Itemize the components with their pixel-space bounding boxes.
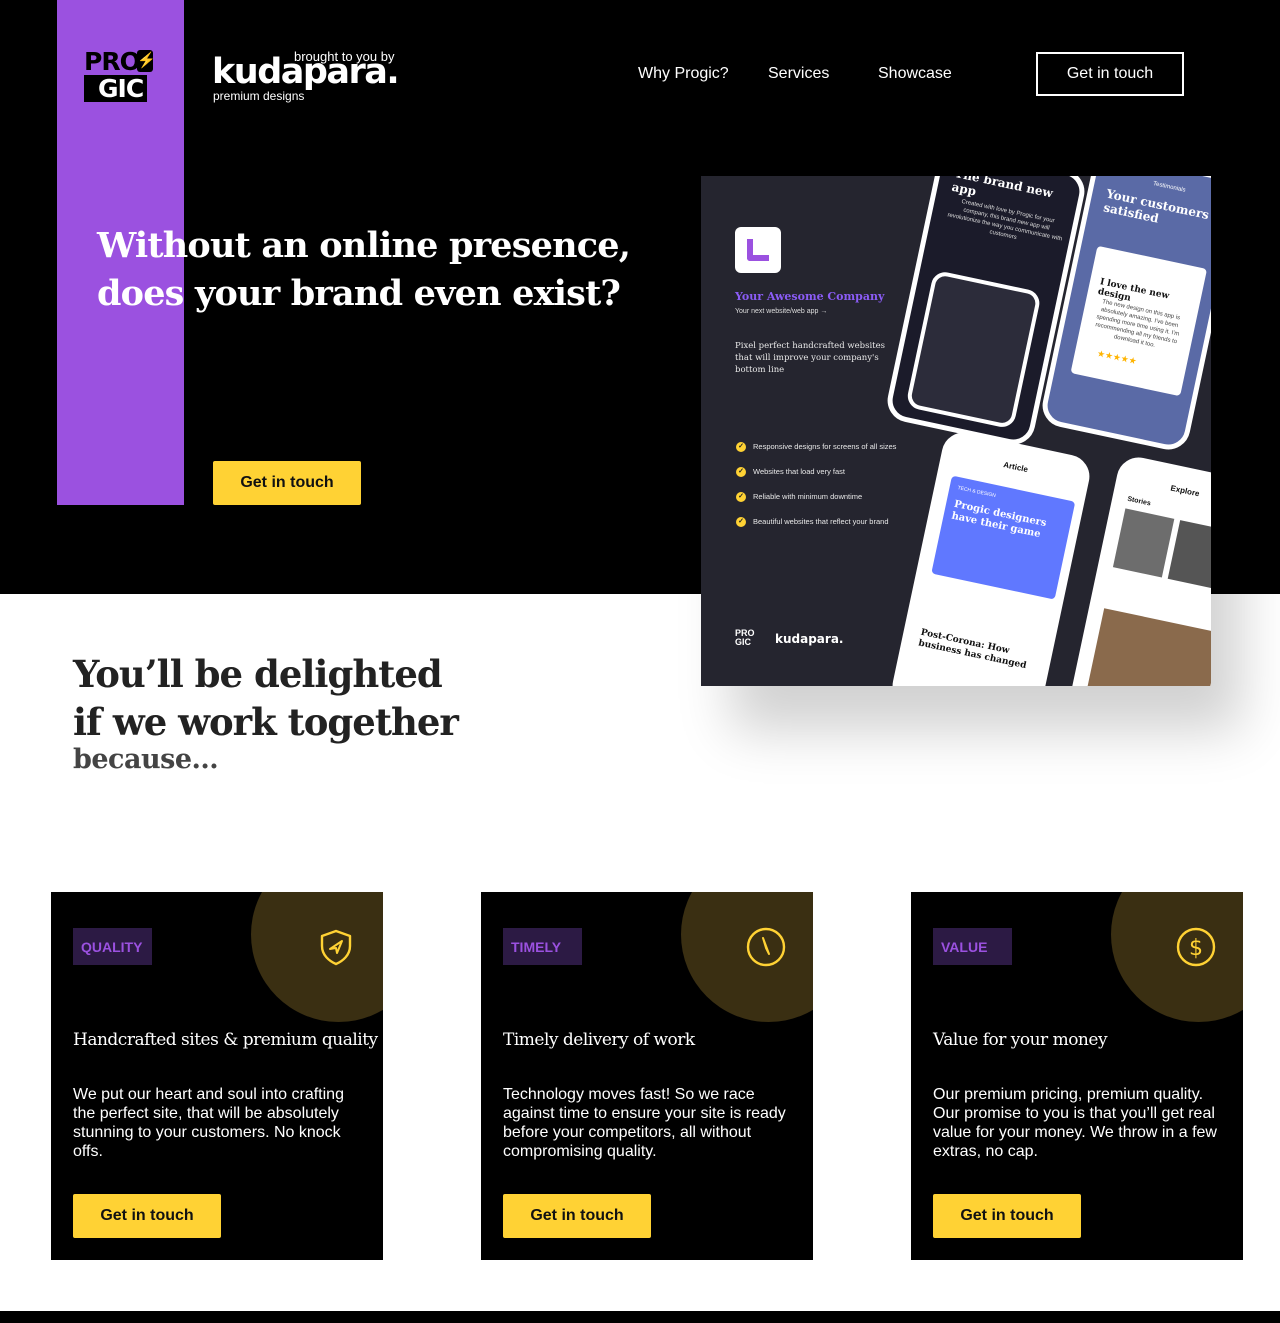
dollar-icon: $ <box>1176 927 1216 967</box>
mockup-company-name: Your Awesome Company <box>735 290 885 303</box>
card-badge: VALUE <box>933 928 1012 965</box>
phone-nested-screen <box>905 269 1042 430</box>
feature-item: ✓ Websites that load very fast <box>736 459 936 484</box>
card-get-in-touch-button[interactable]: Get in touch <box>933 1194 1081 1238</box>
feature-item: ✓ Beautiful websites that reflect your br… <box>736 509 936 534</box>
stories-label: Stories <box>1126 495 1152 508</box>
brand-name: kudapara. <box>212 52 400 92</box>
app-icon <box>735 227 781 273</box>
lightning-icon: ⚡ <box>137 50 156 72</box>
svg-text:$: $ <box>1189 936 1203 961</box>
card-text: Our premium pricing, premium quality. Ou… <box>933 1086 1217 1160</box>
brand-subtitle: premium designs <box>213 89 305 103</box>
logo-line-1: PRO <box>84 47 141 76</box>
mockup-progic-logo: PRO GIC <box>735 628 755 647</box>
card-title: Timely delivery of work <box>503 1030 695 1050</box>
check-icon: ✓ <box>736 466 746 477</box>
card-get-in-touch-button[interactable]: Get in touch <box>73 1194 221 1238</box>
shield-icon <box>320 929 352 966</box>
nav-why-progic[interactable]: Why Progic? <box>638 65 729 83</box>
card-get-in-touch-button[interactable]: Get in touch <box>503 1194 651 1238</box>
mockup-subtitle: Your next website/web app → <box>735 308 828 315</box>
feature-item: ✓ Responsive designs for screens of all s… <box>736 434 936 459</box>
card-title: Handcrafted sites & premium quality <box>73 1030 378 1050</box>
compass-icon <box>746 927 786 967</box>
mockup-kudapara-logo: kudapara. <box>775 632 844 646</box>
card-title: Value for your money <box>933 1030 1108 1050</box>
hero-title: Without an online presence, does your br… <box>97 222 697 318</box>
story-photo <box>1167 520 1211 590</box>
card-badge: QUALITY <box>73 928 152 965</box>
hero-get-in-touch-button[interactable]: Get in touch <box>213 461 361 505</box>
phone-header: Article <box>1002 460 1029 475</box>
feature-card-timely: TIMELY Timely delivery of work Technolog… <box>481 892 813 1260</box>
logo-line-2: GIC <box>84 75 148 102</box>
card-text: We put our heart and soul into crafting … <box>73 1086 344 1160</box>
feature-card-quality: QUALITY Handcrafted sites & premium qual… <box>51 892 383 1260</box>
star-rating-icon: ★★★★★ <box>1096 348 1138 367</box>
footer-bar <box>0 1311 1280 1323</box>
card-badge: TIMELY <box>503 928 582 965</box>
testimonial-card: I love the new design The new design on … <box>1070 245 1208 397</box>
story-photo <box>1112 508 1175 578</box>
check-icon: ✓ <box>736 441 746 452</box>
section-title-line-1: You’ll be delighted <box>73 652 443 696</box>
nav-services[interactable]: Services <box>768 65 829 83</box>
post-photo <box>1085 608 1211 686</box>
kudapara-brand[interactable]: brought to you by kudapara. premium desi… <box>212 46 432 106</box>
article-card: TECH & DESIGN Progic designers have thei… <box>931 475 1076 600</box>
hero-title-line-2: does your brand even exist? <box>97 273 621 314</box>
nav-showcase[interactable]: Showcase <box>878 65 952 83</box>
card-text: Technology moves fast! So we race agains… <box>503 1086 786 1160</box>
mockup-feature-list: ✓ Responsive designs for screens of all s… <box>736 434 936 534</box>
mockup-description: Pixel perfect handcrafted websites that … <box>735 341 885 375</box>
feature-item: ✓ Reliable with minimum downtime <box>736 484 936 509</box>
section-title-line-2: if we work together <box>73 700 459 744</box>
progic-logo[interactable]: PRO ⚡ GIC <box>84 48 156 102</box>
header-get-in-touch-button[interactable]: Get in touch <box>1036 52 1184 96</box>
feature-card-value: VALUE $ Value for your money Our premium… <box>911 892 1243 1260</box>
hero-title-line-1: Without an online presence, <box>97 225 631 266</box>
post-title: Post-Corona: How business has changed <box>917 627 1028 672</box>
phone-title: Explore <box>1169 483 1201 499</box>
section-subtitle: because... <box>73 744 219 775</box>
check-icon: ✓ <box>736 516 746 527</box>
app-showcase-mockup: Your Awesome Company Your next website/w… <box>701 176 1211 686</box>
section-title: You’ll be delighted if we work together <box>73 650 459 746</box>
check-icon: ✓ <box>736 491 746 502</box>
